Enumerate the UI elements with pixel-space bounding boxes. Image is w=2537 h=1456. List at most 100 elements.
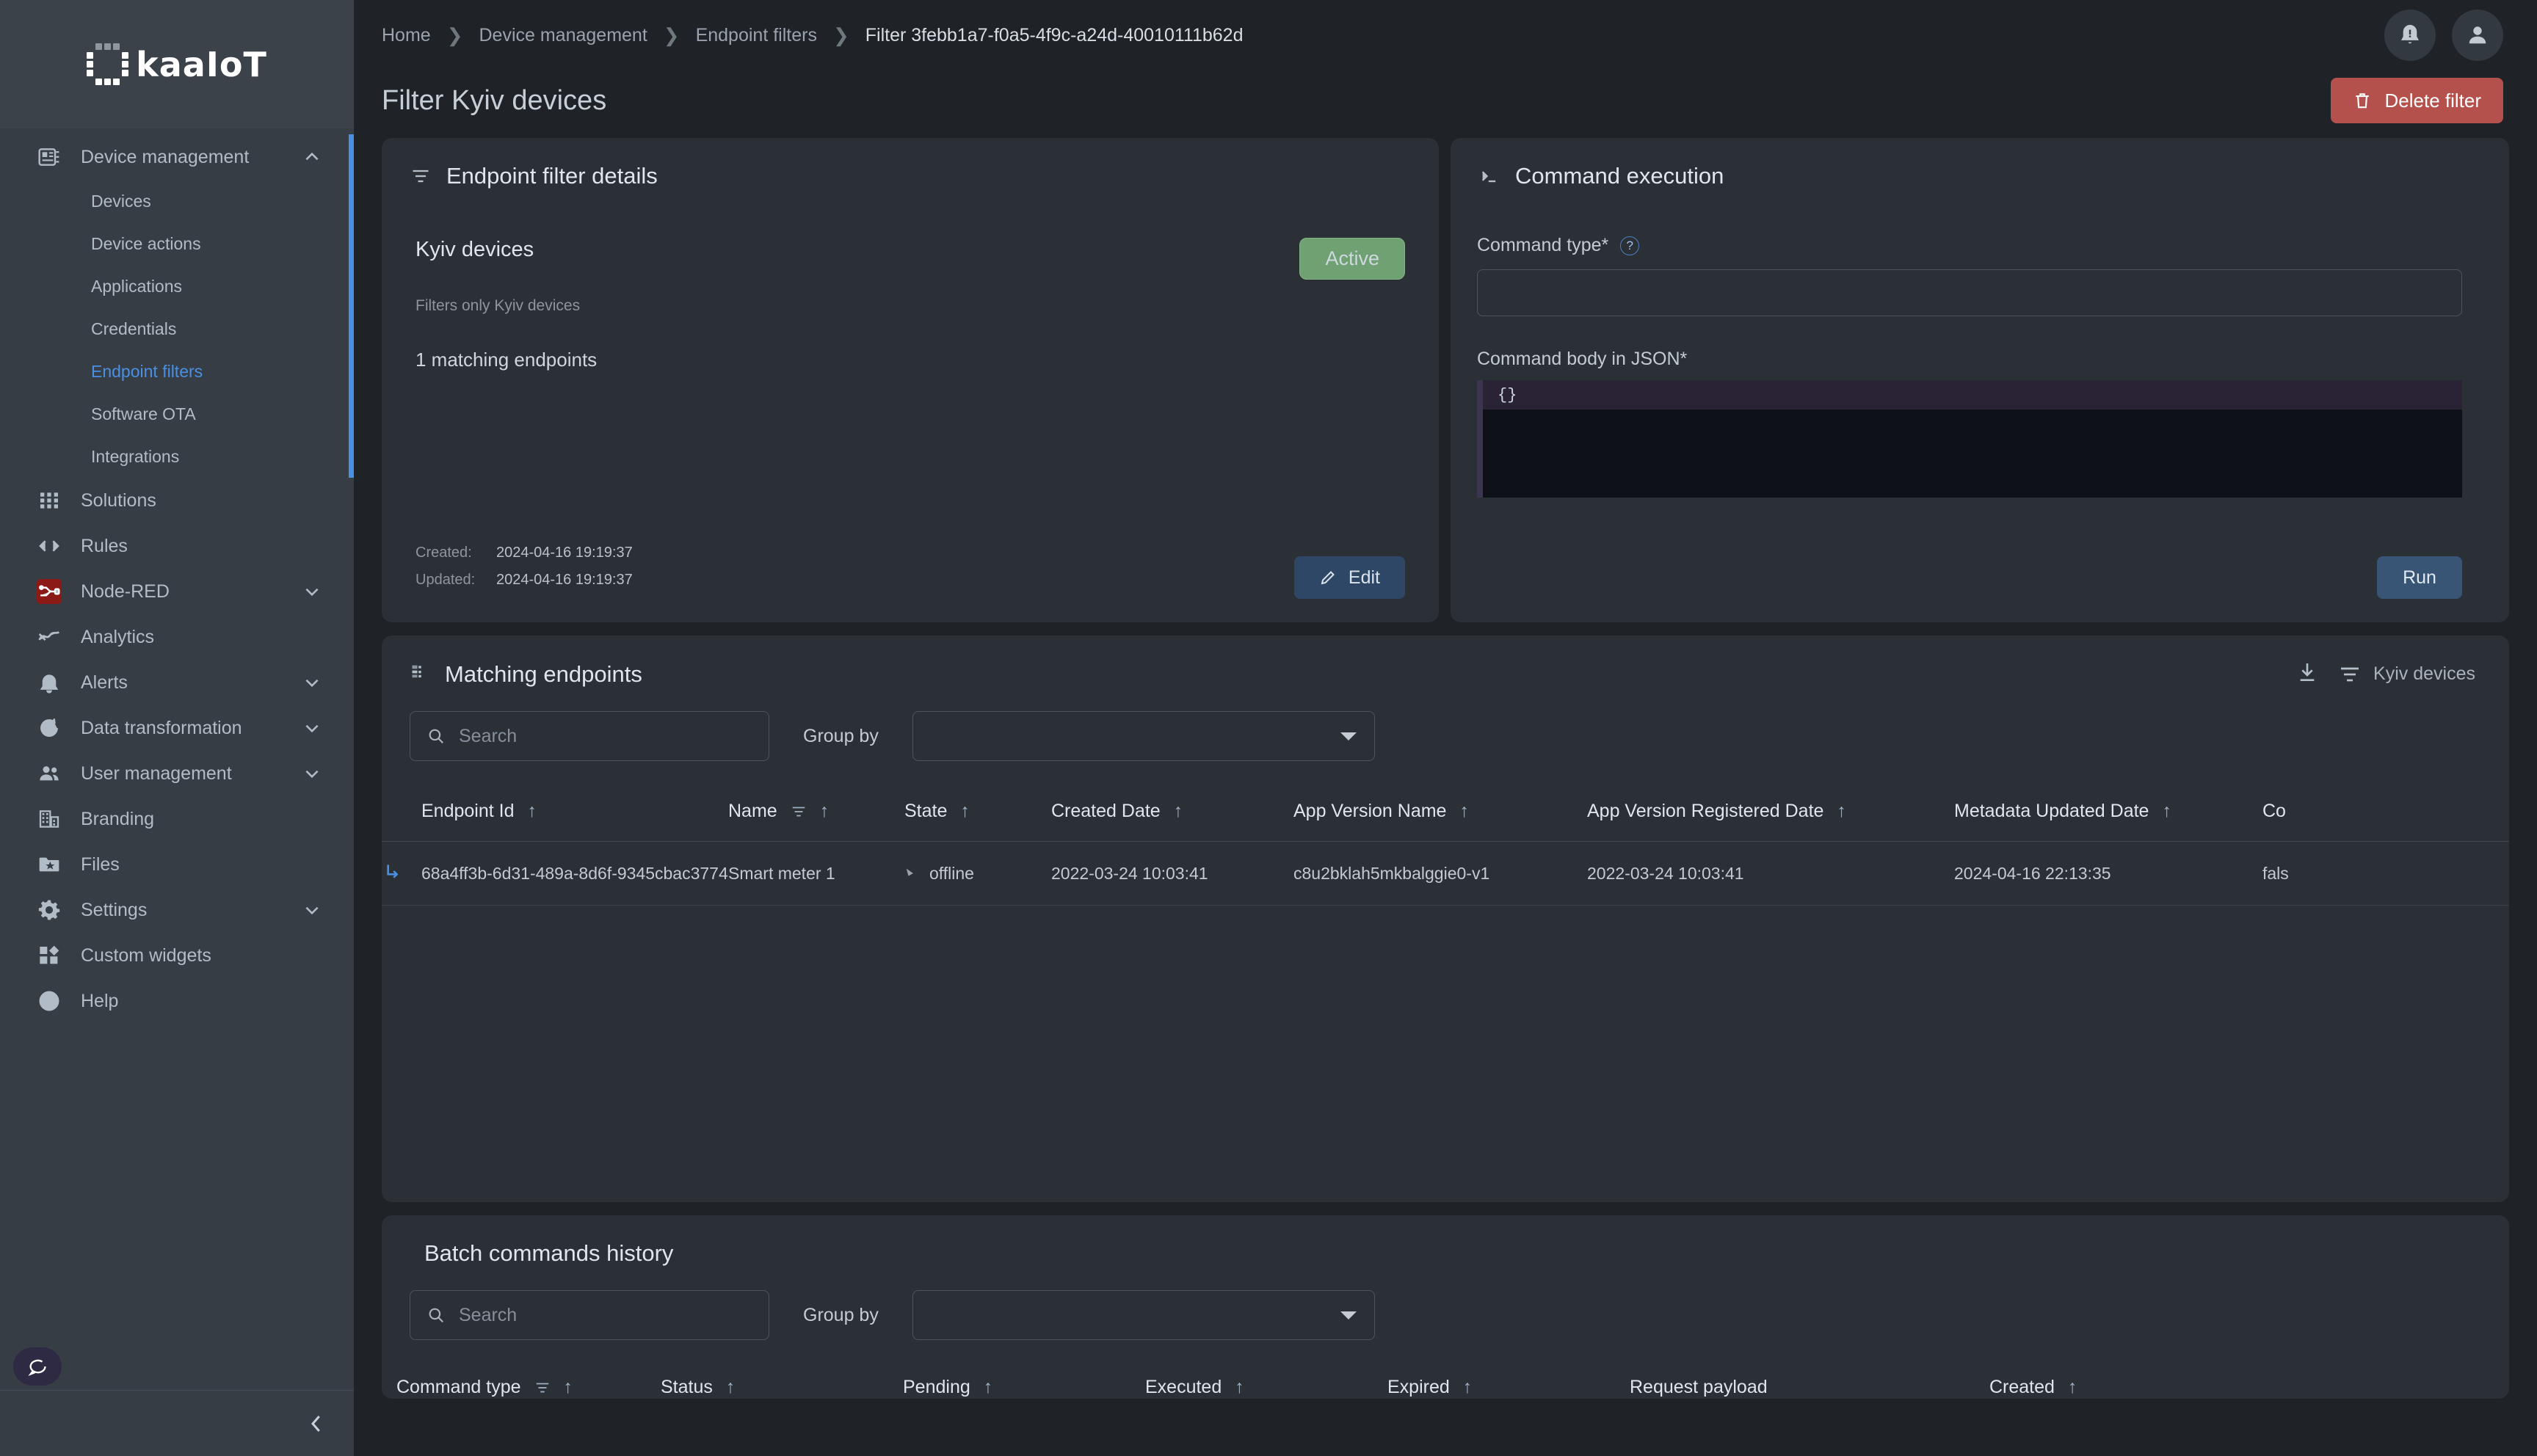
column-header-metadata-updated-date: Metadata Updated Date	[1954, 801, 2149, 821]
sidebar-item-user-management[interactable]: User management	[0, 751, 354, 796]
sidebar-sub-label: Endpoint filters	[91, 361, 203, 381]
content-area: Endpoint filter details Kyiv devices Act…	[354, 131, 2537, 1399]
column-filter-icon[interactable]	[791, 804, 807, 820]
sidebar-item-rules[interactable]: Rules	[0, 523, 354, 569]
sort-asc-icon[interactable]: ↑	[1459, 801, 1469, 822]
help-tooltip-icon[interactable]: ?	[1620, 236, 1640, 255]
chevron-down-icon[interactable]	[302, 900, 322, 920]
sort-asc-icon[interactable]: ↑	[1174, 801, 1183, 822]
details-meta: Created: 2024-04-16 19:19:37 Updated: 20…	[415, 545, 1294, 599]
sidebar-item-alerts[interactable]: Alerts	[0, 660, 354, 705]
offline-icon	[906, 868, 913, 876]
command-type-input[interactable]	[1477, 269, 2462, 316]
sort-asc-icon[interactable]: ↑	[1463, 1377, 1473, 1398]
sort-asc-icon[interactable]: ↑	[984, 1377, 993, 1398]
column-header-name: Name	[728, 801, 777, 821]
sidebar-item-devices[interactable]: Devices	[0, 180, 354, 222]
edit-filter-button[interactable]: Edit	[1293, 556, 1405, 599]
sidebar-item-label: Alerts	[81, 671, 128, 693]
sidebar-item-device-actions[interactable]: Device actions	[0, 222, 354, 265]
run-command-button[interactable]: Run	[2377, 556, 2462, 599]
breadcrumb-device-management[interactable]: Device management	[479, 25, 647, 46]
chevron-down-icon[interactable]	[302, 582, 322, 601]
sort-asc-icon[interactable]: ↑	[528, 801, 537, 822]
batch-history-table-wrap: Command type ↑ Status ↑ Pending ↑ Executed ↑…	[382, 1366, 2509, 1399]
download-button[interactable]	[2295, 660, 2319, 688]
batch-group-by-select[interactable]	[912, 1290, 1375, 1340]
sidebar-item-settings[interactable]: Settings	[0, 887, 354, 933]
batch-commands-history-card: Batch commands history Group by	[382, 1215, 2509, 1399]
batch-search-input[interactable]	[459, 1304, 752, 1326]
batch-history-toolbar: Group by	[382, 1267, 2509, 1340]
matching-group-by-select[interactable]	[912, 711, 1375, 761]
sidebar-item-integrations[interactable]: Integrations	[0, 435, 354, 478]
matching-endpoints-count: 1 matching endpoints	[415, 349, 598, 371]
matching-endpoints-table: Endpoint Id ↑ Name ↑ State ↑ Created Date ↑ …	[382, 790, 2509, 906]
search-icon	[429, 1308, 443, 1322]
help-circle-icon	[37, 989, 62, 1013]
matching-group-by-label: Group by	[803, 725, 879, 746]
breadcrumb-endpoint-filters[interactable]: Endpoint filters	[696, 25, 817, 46]
sidebar-item-help[interactable]: Help	[0, 978, 354, 1024]
main-content: Home ❯ Device management ❯ Endpoint filt…	[354, 0, 2537, 1456]
sidebar-sub-label: Devices	[91, 191, 151, 211]
sort-asc-icon[interactable]: ↑	[726, 1377, 736, 1398]
sidebar-item-device-management[interactable]: Device management	[0, 134, 354, 180]
sidebar-item-credentials[interactable]: Credentials	[0, 307, 354, 350]
details-card-title: Endpoint filter details	[446, 163, 658, 189]
column-filter-icon[interactable]	[534, 1380, 551, 1396]
chat-support-button[interactable]	[13, 1347, 62, 1386]
command-execution-card: Command execution Command type* ? Comman…	[1451, 138, 2509, 622]
edit-button-label: Edit	[1348, 567, 1380, 588]
sort-asc-icon[interactable]: ↑	[2068, 1377, 2077, 1398]
sort-asc-icon[interactable]: ↑	[820, 801, 830, 822]
sidebar-item-solutions[interactable]: Solutions	[0, 478, 354, 523]
sidebar-collapse-bar[interactable]	[0, 1390, 354, 1456]
filter-description: Filters only Kyiv devices	[415, 297, 581, 314]
sidebar-item-files[interactable]: Files	[0, 842, 354, 887]
table-row[interactable]: 68a4ff3b-6d31-489a-8d6f-9345cbac3774 Sma…	[382, 841, 2509, 906]
matching-endpoints-table-wrap: Endpoint Id ↑ Name ↑ State ↑ Created Date ↑ …	[382, 790, 2509, 906]
matching-search-box[interactable]	[410, 711, 769, 761]
chevron-up-icon[interactable]	[302, 148, 322, 167]
column-header-state: State	[904, 801, 948, 821]
sort-asc-icon[interactable]: ↑	[960, 801, 970, 822]
sidebar-item-label: Files	[81, 853, 120, 875]
code-icon	[37, 534, 62, 558]
device-management-icon	[37, 145, 62, 170]
sort-asc-icon[interactable]: ↑	[2162, 801, 2171, 822]
sidebar-item-endpoint-filters[interactable]: Endpoint filters	[0, 350, 354, 393]
sort-asc-icon[interactable]: ↑	[564, 1377, 573, 1398]
sidebar-sub-label: Credentials	[91, 318, 177, 338]
sidebar-item-analytics[interactable]: Analytics	[0, 614, 354, 660]
user-account-button[interactable]	[2452, 10, 2503, 61]
command-type-label: Command type*	[1477, 235, 1609, 255]
batch-search-box[interactable]	[410, 1290, 769, 1340]
sidebar-item-data-transformation[interactable]: Data transformation	[0, 705, 354, 751]
sidebar-item-software-ota[interactable]: Software OTA	[0, 393, 354, 435]
sidebar-item-custom-widgets[interactable]: Custom widgets	[0, 933, 354, 978]
sidebar-item-branding[interactable]: Branding	[0, 796, 354, 842]
brand-logo[interactable]: kaaIoT	[0, 0, 354, 128]
active-filter-chip-label: Kyiv devices	[2373, 663, 2475, 684]
brand-name: kaaIoT	[136, 44, 267, 84]
command-body-editor[interactable]: {}	[1477, 380, 2462, 498]
sort-asc-icon[interactable]: ↑	[1235, 1377, 1244, 1398]
row-expand-icon[interactable]	[382, 841, 421, 906]
delete-filter-button[interactable]: Delete filter	[2330, 78, 2503, 123]
notifications-button[interactable]	[2384, 10, 2436, 61]
sidebar-item-node-red[interactable]: Node-RED	[0, 569, 354, 614]
chevron-down-icon[interactable]	[302, 718, 322, 738]
breadcrumb-home[interactable]: Home	[382, 25, 431, 46]
users-icon	[37, 761, 62, 786]
analytics-icon	[37, 625, 62, 649]
chevron-down-icon[interactable]	[302, 673, 322, 692]
matching-search-input[interactable]	[459, 725, 752, 747]
chevron-down-icon[interactable]	[302, 764, 322, 783]
sidebar-item-label: Settings	[81, 899, 148, 920]
matching-endpoints-header: Matching endpoints Kyiv devices	[382, 636, 2509, 688]
active-filter-chip[interactable]: Kyiv devices	[2338, 663, 2475, 686]
sort-asc-icon[interactable]: ↑	[1837, 801, 1846, 822]
column-header-app-version-name: App Version Name	[1293, 801, 1447, 821]
sidebar-item-applications[interactable]: Applications	[0, 265, 354, 307]
